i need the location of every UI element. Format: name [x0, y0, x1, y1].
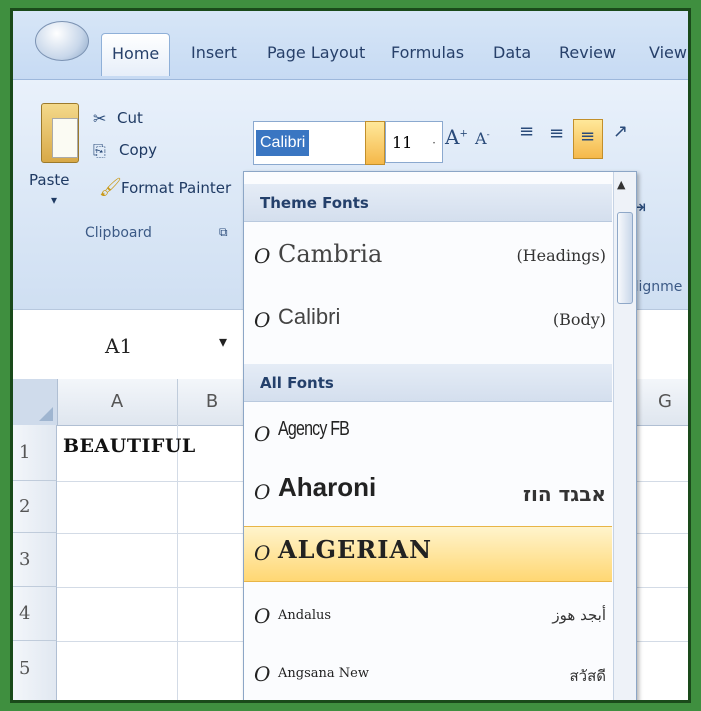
font-size-combobox[interactable]: 11 · [385, 121, 443, 163]
row-header-3[interactable]: 3 [13, 533, 57, 587]
name-box[interactable]: A1 ▾ [13, 310, 243, 380]
align-top-icon[interactable]: ≡ [519, 121, 547, 155]
shrink-font-icon[interactable]: A- [475, 129, 490, 148]
format-painter-button[interactable]: Format Painter [121, 179, 231, 197]
font-option-tag: (Headings) [516, 246, 606, 265]
opentype-font-icon: O [254, 604, 271, 628]
tab-insert[interactable]: Insert [191, 35, 237, 71]
font-option-label: Aharoni [278, 472, 377, 502]
align-middle-icon[interactable]: ≡ [549, 123, 564, 144]
tab-view[interactable]: View [649, 35, 687, 71]
column-header-a[interactable]: A [57, 379, 178, 425]
tab-formulas[interactable]: Formulas [391, 35, 464, 71]
ribbon-tab-bar: Home Insert Page Layout Formulas Data Re… [13, 11, 688, 81]
font-option-tag: אבגד הוז [522, 482, 606, 506]
opentype-font-icon: O [254, 244, 271, 268]
opentype-font-icon: O [254, 662, 271, 686]
all-fonts-header: All Fonts [244, 364, 612, 402]
font-option-angsana-new[interactable]: O Angsana New สวัสดี [244, 648, 612, 700]
row-header-2[interactable]: 2 [13, 481, 57, 533]
paste-dropdown-icon[interactable]: ▾ [51, 193, 57, 207]
align-bottom-button[interactable]: ≡ [573, 119, 603, 159]
grow-font-icon[interactable]: A+ [445, 125, 468, 149]
font-name-value: Calibri [256, 130, 310, 156]
cell-a1[interactable]: BEAUTIFUL [63, 435, 196, 457]
font-option-label: Agency FB [278, 418, 350, 440]
scissors-icon: ✂ [93, 109, 107, 128]
row-header-4[interactable]: 4 [13, 587, 57, 641]
font-option-andalus[interactable]: O Andalus أبجد هوز [244, 590, 612, 644]
dropdown-scrollbar[interactable]: ▲ [613, 172, 636, 700]
scroll-thumb[interactable] [617, 212, 633, 304]
theme-fonts-header: Theme Fonts [244, 184, 612, 222]
font-option-tag: (Body) [552, 310, 606, 329]
excel-window: Home Insert Page Layout Formulas Data Re… [10, 8, 691, 703]
opentype-font-icon: O [254, 480, 271, 504]
font-option-tag: أبجد هوز [552, 606, 606, 624]
select-all-button[interactable] [13, 379, 58, 425]
font-name-dropdown-button[interactable] [365, 121, 385, 165]
orientation-icon[interactable]: ↗ [613, 121, 628, 142]
font-option-label: Calibri [278, 304, 341, 329]
office-button[interactable] [35, 21, 89, 61]
dialog-launcher-icon[interactable]: ⧉ [219, 225, 228, 240]
opentype-font-icon: O [254, 422, 271, 446]
name-box-value: A1 [105, 334, 133, 358]
clipboard-group-label: Clipboard [85, 225, 152, 241]
paste-button[interactable]: Paste [29, 171, 70, 189]
font-option-label: Andalus [278, 608, 332, 623]
row-header-1[interactable]: 1 [13, 425, 57, 481]
tab-home[interactable]: Home [101, 33, 171, 76]
grid-line [177, 425, 178, 700]
column-header-b[interactable]: B [177, 379, 248, 425]
row-header-5[interactable]: 5 [13, 641, 57, 700]
copy-icon: ⎘ [93, 141, 106, 160]
scroll-up-icon[interactable]: ▲ [617, 178, 625, 191]
tab-review[interactable]: Review [559, 35, 616, 71]
font-size-value: 11 [392, 133, 413, 152]
font-dropdown-list: Theme Fonts O Cambria (Headings) O Calib… [243, 171, 637, 700]
name-box-dropdown-icon[interactable]: ▾ [219, 332, 227, 351]
font-option-calibri[interactable]: O Calibri (Body) [244, 294, 612, 348]
font-option-agency-fb[interactable]: O Agency FB [244, 408, 612, 462]
cut-button[interactable]: Cut [117, 109, 143, 127]
format-painter-icon: 🖌 [99, 177, 122, 198]
chevron-down-icon[interactable]: · [432, 122, 436, 164]
tab-page-layout[interactable]: Page Layout [267, 35, 365, 71]
opentype-font-icon: O [254, 541, 271, 565]
font-option-tag: สวัสดี [569, 667, 606, 685]
column-header-g[interactable]: G [635, 379, 688, 425]
opentype-font-icon: O [254, 308, 271, 332]
copy-button[interactable]: Copy [119, 141, 157, 159]
font-option-algerian[interactable]: O ALGERIAN [244, 526, 612, 582]
font-option-cambria[interactable]: O Cambria (Headings) [244, 230, 612, 284]
align-bottom-icon: ≡ [580, 126, 596, 147]
tab-data[interactable]: Data [493, 35, 531, 71]
font-option-aharoni[interactable]: O Aharoni אבגד הוז [244, 466, 612, 520]
font-option-label: Cambria [278, 240, 383, 268]
font-option-label: ALGERIAN [278, 535, 433, 564]
font-option-label: Angsana New [278, 666, 369, 681]
font-name-combobox[interactable]: Calibri [253, 121, 375, 165]
paste-icon[interactable] [41, 103, 79, 163]
outer-frame: Home Insert Page Layout Formulas Data Re… [0, 0, 701, 711]
